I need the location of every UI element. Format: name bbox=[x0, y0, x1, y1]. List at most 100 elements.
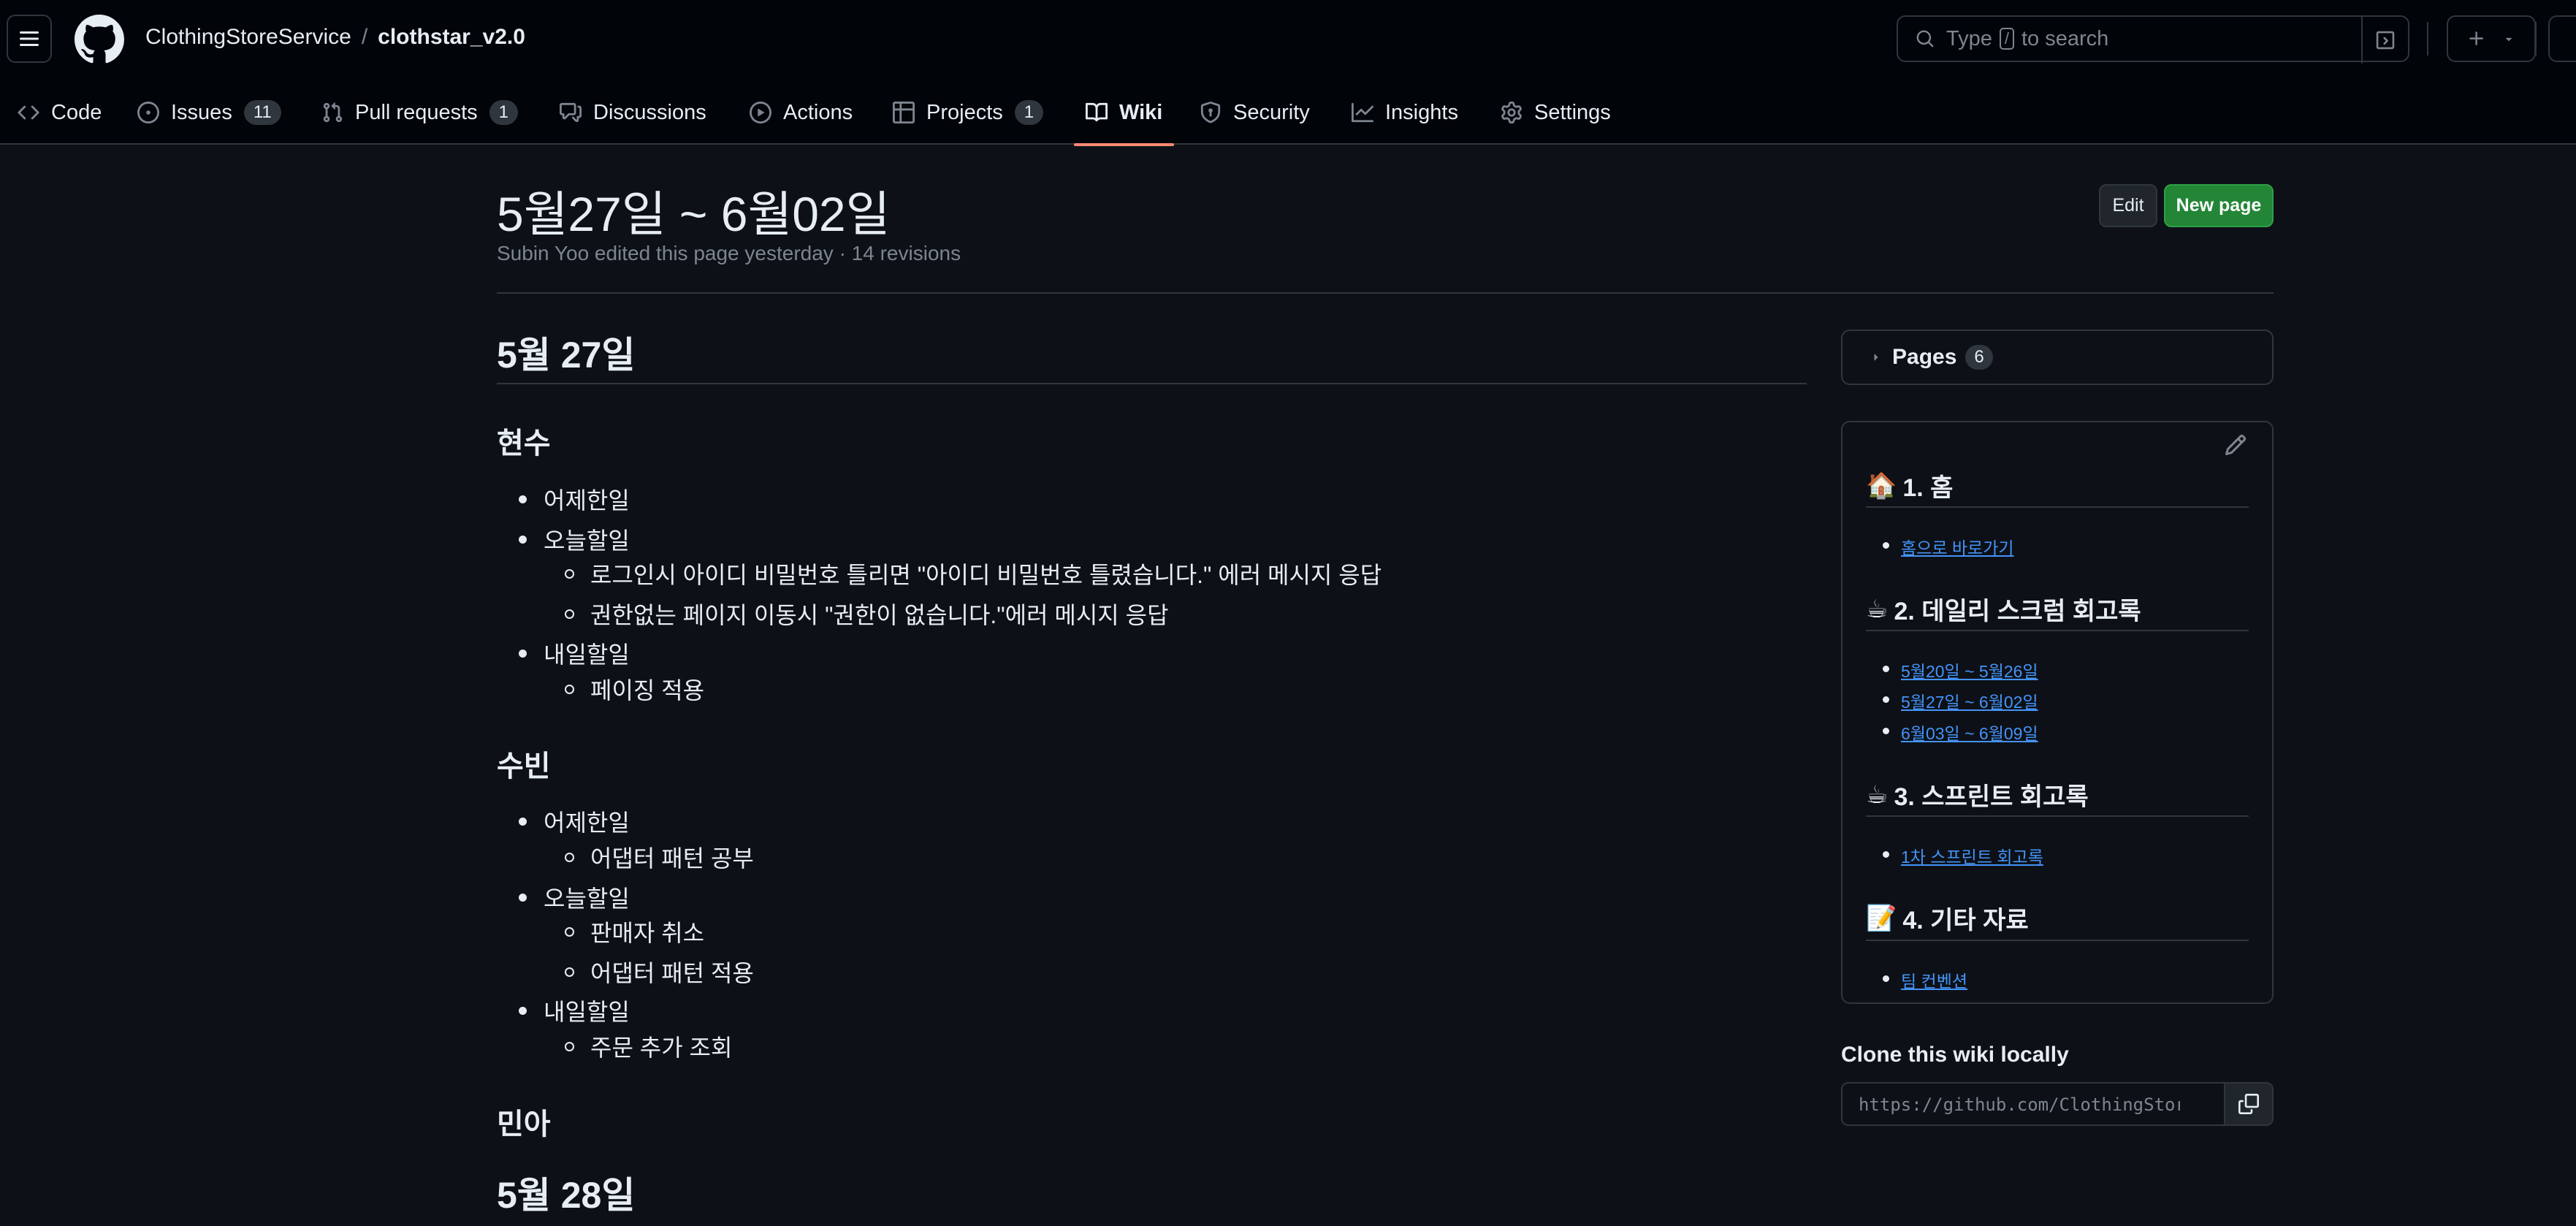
sidebar-link-scrum-2[interactable]: 5월27일 ~ 6월02일 bbox=[1901, 688, 2038, 713]
list-item-text: 권한없는 페이지 이동시 "권한이 없습니다."에러 메시지 응답 bbox=[590, 602, 1169, 628]
search-prefix: Type bbox=[1946, 26, 1992, 50]
tab-discussions-label: Discussions bbox=[593, 100, 706, 124]
search-shortcut-key: / bbox=[1999, 28, 2014, 50]
pencil-icon[interactable] bbox=[2224, 433, 2247, 457]
sidebar-divider bbox=[1866, 815, 2249, 817]
bullet bbox=[1883, 542, 1889, 549]
pages-toggle[interactable]: Pages 6 bbox=[1841, 330, 2274, 385]
github-mark-icon[interactable] bbox=[75, 15, 124, 64]
owner-link[interactable]: ClothingStoreService bbox=[145, 25, 351, 50]
tab-code-label: Code bbox=[51, 100, 102, 124]
list-item-text: 오늘할일 bbox=[544, 886, 630, 912]
list-item-text: 어제한일 bbox=[544, 810, 630, 836]
bullet bbox=[1883, 975, 1889, 982]
tab-pull-requests[interactable]: Pull requests 1 bbox=[321, 80, 519, 145]
tab-insights[interactable]: Insights bbox=[1352, 80, 1458, 145]
tab-security-label: Security bbox=[1233, 100, 1310, 124]
list-item-text: 내일할일 bbox=[544, 999, 630, 1025]
tab-actions-label: Actions bbox=[783, 100, 853, 124]
pulls-count-badge: 1 bbox=[489, 100, 519, 125]
list-item: 내일할일 bbox=[519, 994, 630, 1027]
tab-issues[interactable]: Issues 11 bbox=[137, 80, 281, 145]
sidebar-link-scrum-3[interactable]: 6월03일 ~ 6월09일 bbox=[1901, 720, 2038, 745]
bullet bbox=[519, 1006, 527, 1015]
header-divider bbox=[2427, 22, 2428, 56]
sidebar-section-4: 📝 4. 기타 자료 bbox=[1866, 900, 2029, 936]
list-item: 어제한일 bbox=[519, 482, 630, 516]
repo-nav: Code Issues 11 Pull requests 1 Discussio… bbox=[0, 80, 2576, 146]
memo-icon: 📝 bbox=[1866, 904, 1897, 932]
list-item: 어제한일 bbox=[519, 804, 630, 838]
sub-list-item: 페이징 적용 bbox=[565, 672, 704, 706]
graph-icon bbox=[1352, 102, 1373, 123]
sidebar-section-1: 🏠 1. 홈 bbox=[1866, 468, 1953, 503]
sidebar-link-scrum-1[interactable]: 5월20일 ~ 5월26일 bbox=[1901, 658, 2038, 682]
path-separator: / bbox=[361, 25, 368, 49]
tab-wiki[interactable]: Wiki bbox=[1073, 80, 1175, 146]
title-divider bbox=[497, 292, 2274, 294]
list-item-text: 내일할일 bbox=[544, 641, 630, 668]
coffee-icon: ☕ bbox=[1866, 780, 1889, 809]
sidebar-section-title: 3. 스프린트 회고록 bbox=[1894, 783, 2089, 811]
edit-button[interactable]: Edit bbox=[2099, 184, 2157, 227]
tab-settings[interactable]: Settings bbox=[1501, 80, 1611, 145]
issues-shortcut-button[interactable] bbox=[2548, 15, 2576, 62]
sidebar-divider bbox=[1866, 940, 2249, 941]
page-title: 5월27일 ~ 6월02일 bbox=[497, 187, 891, 241]
tab-security[interactable]: Security bbox=[1200, 80, 1310, 145]
copy-url-button[interactable] bbox=[2224, 1084, 2272, 1124]
tab-insights-label: Insights bbox=[1385, 100, 1458, 124]
git-pull-request-icon bbox=[323, 102, 343, 123]
table-icon bbox=[893, 102, 915, 123]
bullet bbox=[565, 926, 574, 937]
menu-button[interactable] bbox=[7, 15, 52, 63]
list-item-text: 주문 추가 조회 bbox=[590, 1035, 733, 1061]
heading-member-2: 수빈 bbox=[497, 750, 551, 783]
tab-projects[interactable]: Projects 1 bbox=[893, 80, 1044, 145]
clone-url-field[interactable]: https://github.com/ClothingStoreService/… bbox=[1841, 1082, 2274, 1126]
list-item: 오늘할일 bbox=[519, 880, 630, 914]
new-page-button[interactable]: New page bbox=[2164, 184, 2274, 227]
sidebar-link-home[interactable]: 홈으로 바로가기 bbox=[1901, 534, 2014, 559]
sidebar-divider bbox=[1866, 506, 2249, 508]
bullet bbox=[565, 1041, 574, 1051]
bullet bbox=[565, 684, 574, 694]
projects-count-badge: 1 bbox=[1014, 100, 1044, 125]
repo-link[interactable]: clothstar_v2.0 bbox=[378, 25, 525, 50]
sidebar-link-sprint[interactable]: 1차 스프린트 회고록 bbox=[1901, 843, 2043, 868]
sub-list-item: 어댑터 패턴 적용 bbox=[565, 955, 754, 989]
tab-projects-label: Projects bbox=[926, 100, 1003, 124]
header-divider bbox=[2535, 22, 2537, 56]
bullet bbox=[1883, 728, 1889, 734]
sidebar-section-title: 2. 데일리 스크럼 회고록 bbox=[1894, 598, 2141, 625]
sidebar-section-2: ☕ 2. 데일리 스크럼 회고록 bbox=[1866, 591, 2141, 627]
sidebar-link-convention[interactable]: 팀 컨벤션 bbox=[1901, 967, 1967, 992]
gear-icon bbox=[1501, 102, 1522, 123]
triangle-right-icon bbox=[1874, 354, 1878, 361]
list-item-text: 어댑터 패턴 공부 bbox=[590, 845, 754, 872]
issues-count-badge: 11 bbox=[243, 100, 281, 125]
heading-day-2: 5월 28일 bbox=[497, 1175, 636, 1216]
book-icon bbox=[1086, 102, 1108, 122]
sub-list-item: 로그인시 아이디 비밀번호 틀리면 "아이디 비밀번호 틀렸습니다." 에러 메… bbox=[565, 557, 1382, 590]
tab-discussions[interactable]: Discussions bbox=[560, 80, 706, 145]
bullet bbox=[1883, 696, 1889, 703]
search-input[interactable]: Type / to search bbox=[1897, 15, 2409, 64]
list-item-text: 판매자 취소 bbox=[590, 920, 705, 946]
list-item: 내일할일 bbox=[519, 636, 630, 670]
clone-url-text[interactable]: https://github.com/ClothingStoreService/… bbox=[1859, 1094, 2180, 1115]
tab-code[interactable]: Code bbox=[18, 80, 102, 145]
search-icon bbox=[1916, 30, 1934, 47]
command-palette-button[interactable] bbox=[2361, 17, 2408, 64]
tab-actions[interactable]: Actions bbox=[750, 80, 853, 145]
create-new-button[interactable] bbox=[2447, 15, 2536, 62]
tab-issues-label: Issues bbox=[171, 100, 232, 124]
heading-member-1: 현수 bbox=[497, 427, 551, 460]
tab-pull-requests-label: Pull requests bbox=[355, 100, 478, 124]
tab-wiki-label: Wiki bbox=[1119, 100, 1163, 124]
bullet bbox=[519, 649, 527, 658]
triangle-down-icon bbox=[2505, 37, 2512, 42]
copy-icon bbox=[2238, 1094, 2259, 1114]
search-suffix: to search bbox=[2021, 26, 2109, 50]
list-item-text: 어제한일 bbox=[544, 487, 630, 514]
